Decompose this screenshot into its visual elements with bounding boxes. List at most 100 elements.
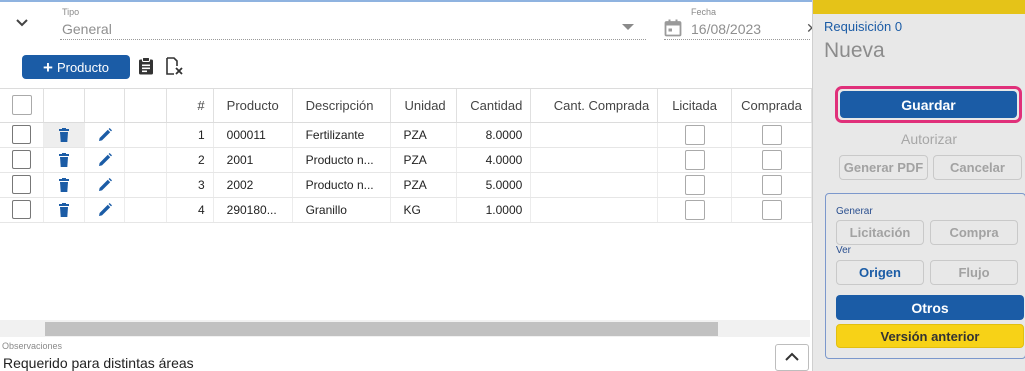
licitacion-button[interactable]: Licitación xyxy=(836,220,924,245)
fecha-label: Fecha xyxy=(691,7,717,17)
row-checkbox[interactable] xyxy=(12,150,32,169)
table-row[interactable]: 1 000011 Fertilizante PZA 8.0000 xyxy=(0,122,812,148)
previous-version-button[interactable]: Versión anterior xyxy=(836,324,1024,348)
requisition-title: Requisición 0 xyxy=(824,19,903,34)
delete-row-button[interactable] xyxy=(43,122,86,148)
edit-row-button[interactable] xyxy=(84,147,126,173)
tipo-underline xyxy=(60,39,646,40)
chevron-up-icon xyxy=(785,352,799,361)
licitada-checkbox[interactable] xyxy=(684,124,705,145)
column-header-comprada[interactable]: Comprada xyxy=(731,89,812,123)
action-panel: Requisición 0 Nueva Guardar Autorizar Ge… xyxy=(812,0,1025,371)
delete-row-button[interactable] xyxy=(43,147,86,173)
cell-producto: 290180... xyxy=(213,197,293,223)
cell-descripcion: Granillo xyxy=(292,197,392,223)
column-header-licitada[interactable]: Licitada xyxy=(657,89,733,123)
dropdown-arrow-icon[interactable] xyxy=(622,24,634,30)
comprada-checkbox[interactable] xyxy=(761,149,782,170)
comprada-checkbox[interactable] xyxy=(761,199,782,220)
cell-cant-comprada xyxy=(530,147,659,173)
cell-cantidad: 8.0000 xyxy=(456,122,532,148)
column-header-cant-comprada[interactable]: Cant. Comprada xyxy=(530,89,659,123)
cell-producto: 2001 xyxy=(213,147,293,173)
column-header-cantidad[interactable]: Cantidad xyxy=(456,89,532,123)
requisition-status: Nueva xyxy=(824,39,885,62)
clipboard-list-icon[interactable] xyxy=(138,57,154,75)
header-blank xyxy=(124,89,167,123)
edit-row-button[interactable] xyxy=(84,197,126,223)
column-header-unidad[interactable]: Unidad xyxy=(390,89,458,123)
select-all-cell xyxy=(0,89,45,123)
save-button[interactable]: Guardar xyxy=(840,91,1017,118)
trash-icon xyxy=(59,177,70,192)
document-remove-icon[interactable] xyxy=(165,57,184,75)
fecha-input[interactable]: 16/08/2023 xyxy=(691,21,761,37)
table-header-row: # Producto Descripción Unidad Cantidad C… xyxy=(0,89,812,123)
cell-num: 2 xyxy=(166,147,214,173)
row-checkbox[interactable] xyxy=(12,175,32,194)
licitada-checkbox[interactable] xyxy=(684,199,705,220)
products-table: # Producto Descripción Unidad Cantidad C… xyxy=(0,88,812,340)
delete-row-button[interactable] xyxy=(43,197,86,223)
cell-comprada xyxy=(731,197,812,223)
edit-row-button[interactable] xyxy=(84,122,126,148)
cell-comprada xyxy=(731,147,812,173)
cell-comprada xyxy=(731,122,812,148)
compra-button[interactable]: Compra xyxy=(930,220,1018,245)
cell-descripcion: Fertilizante xyxy=(292,122,392,148)
authorize-button[interactable]: Autorizar xyxy=(841,130,1017,148)
plus-icon: + xyxy=(43,57,53,77)
tipo-select[interactable]: General xyxy=(62,21,112,37)
row-select-cell xyxy=(0,122,45,148)
trash-icon xyxy=(59,152,70,167)
flujo-button[interactable]: Flujo xyxy=(930,260,1018,285)
fecha-underline xyxy=(664,39,810,40)
column-header-producto[interactable]: Producto xyxy=(213,89,293,123)
select-all-checkbox[interactable] xyxy=(11,95,32,116)
observaciones-label: Observaciones xyxy=(2,341,63,351)
generar-label: Generar xyxy=(836,206,873,217)
delete-row-button[interactable] xyxy=(43,172,86,198)
cell-cant-comprada xyxy=(530,197,659,223)
cell-descripcion: Producto n... xyxy=(292,172,392,198)
blank-cell xyxy=(124,172,167,198)
table-row[interactable]: 2 2001 Producto n... PZA 4.0000 xyxy=(0,147,812,173)
cell-comprada xyxy=(731,172,812,198)
pencil-icon xyxy=(98,177,112,191)
header-edit xyxy=(84,89,126,123)
row-select-cell xyxy=(0,147,45,173)
cell-descripcion: Producto n... xyxy=(292,147,392,173)
licitada-checkbox[interactable] xyxy=(684,149,705,170)
cell-cant-comprada xyxy=(530,122,659,148)
blank-cell xyxy=(124,122,167,148)
origen-button[interactable]: Origen xyxy=(836,260,924,285)
cell-licitada xyxy=(657,172,733,198)
cell-cant-comprada xyxy=(530,172,659,198)
edit-row-button[interactable] xyxy=(84,172,126,198)
chevron-down-icon[interactable] xyxy=(12,12,32,32)
add-product-button[interactable]: + Producto xyxy=(22,55,130,79)
calendar-icon[interactable] xyxy=(664,19,682,37)
licitada-checkbox[interactable] xyxy=(684,174,705,195)
table-row[interactable]: 4 290180... Granillo KG 1.0000 xyxy=(0,197,812,223)
pencil-icon xyxy=(98,127,112,141)
otros-button[interactable]: Otros xyxy=(836,295,1024,320)
column-header-num[interactable]: # xyxy=(166,89,214,123)
scrollbar-thumb[interactable] xyxy=(45,322,718,336)
observaciones-field[interactable]: Requerido para distintas áreas xyxy=(3,355,194,371)
cell-licitada xyxy=(657,147,733,173)
table-row[interactable]: 3 2002 Producto n... PZA 5.0000 xyxy=(0,172,812,198)
comprada-checkbox[interactable] xyxy=(761,174,782,195)
column-header-descripcion[interactable]: Descripción xyxy=(292,89,392,123)
generate-pdf-button[interactable]: Generar PDF xyxy=(839,155,928,180)
cell-cantidad: 5.0000 xyxy=(456,172,532,198)
comprada-checkbox[interactable] xyxy=(761,124,782,145)
trash-icon xyxy=(59,202,70,217)
header-delete xyxy=(43,89,86,123)
trash-icon xyxy=(59,127,70,142)
cell-producto: 2002 xyxy=(213,172,293,198)
row-checkbox[interactable] xyxy=(12,125,32,144)
expand-observaciones-button[interactable] xyxy=(775,344,809,371)
cancel-button[interactable]: Cancelar xyxy=(933,155,1022,180)
row-checkbox[interactable] xyxy=(12,200,32,219)
